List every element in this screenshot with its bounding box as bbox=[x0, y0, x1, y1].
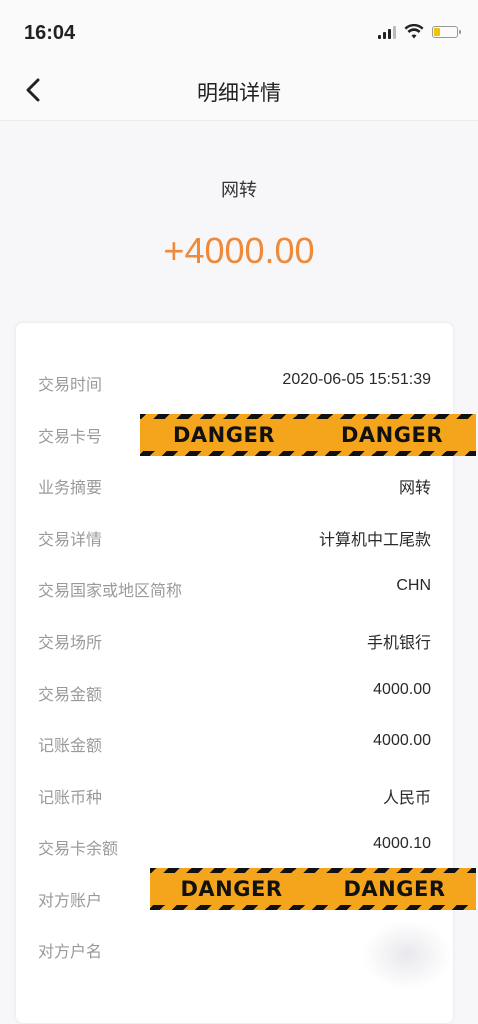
redaction-tape: DANGER DANGER bbox=[140, 414, 476, 456]
danger-text: DANGER bbox=[340, 423, 443, 447]
detail-label: 记账币种 bbox=[38, 788, 103, 807]
nav-bar: 明细详情 bbox=[0, 60, 478, 121]
status-icons bbox=[378, 22, 461, 42]
detail-value: 人民币 bbox=[382, 790, 431, 807]
detail-row-venue: 交易场所 手机银行 bbox=[16, 624, 453, 654]
detail-value: 计算机中工尾款 bbox=[318, 532, 431, 549]
detail-row-description: 交易详情 计算机中工尾款 bbox=[16, 521, 453, 551]
detail-label: 记账金额 bbox=[38, 736, 103, 755]
battery-icon bbox=[432, 26, 461, 38]
wifi-icon bbox=[404, 24, 424, 39]
transaction-amount: +4000.00 bbox=[163, 230, 315, 271]
detail-label: 交易详情 bbox=[38, 530, 103, 549]
status-time: 16:04 bbox=[24, 22, 76, 44]
detail-label: 交易金额 bbox=[38, 685, 103, 704]
transaction-type: 网转 bbox=[221, 180, 257, 201]
detail-value: 4000.00 bbox=[373, 732, 431, 749]
page-title: 明细详情 bbox=[197, 81, 281, 105]
detail-row-country: 交易国家或地区简称 CHN bbox=[16, 572, 453, 602]
detail-row-currency: 记账币种 人民币 bbox=[16, 779, 453, 809]
status-bar: 16:04 bbox=[0, 0, 478, 60]
detail-value: 4000.00 bbox=[373, 681, 431, 698]
detail-label: 交易场所 bbox=[38, 633, 103, 652]
danger-text: DANGER bbox=[180, 877, 283, 901]
detail-value: 手机银行 bbox=[366, 635, 431, 652]
detail-label: 对方户名 bbox=[38, 942, 103, 961]
detail-row-summary: 业务摘要 网转 bbox=[16, 469, 453, 499]
signal-icon bbox=[378, 25, 396, 39]
detail-row-time: 交易时间 2020-06-05 15:51:39 bbox=[16, 366, 453, 396]
detail-value: 2020-06-05 15:51:39 bbox=[282, 371, 431, 388]
detail-label: 交易国家或地区简称 bbox=[38, 581, 183, 600]
detail-row-amount: 交易金额 4000.00 bbox=[16, 676, 453, 706]
detail-value: 4000.10 bbox=[373, 835, 431, 852]
detail-row-posted-amount: 记账金额 4000.00 bbox=[16, 727, 453, 757]
detail-label: 交易卡余额 bbox=[38, 839, 119, 858]
detail-label: 交易卡号 bbox=[38, 427, 103, 446]
redaction-tape: DANGER DANGER bbox=[150, 868, 476, 910]
danger-text: DANGER bbox=[172, 423, 275, 447]
detail-value: CHN bbox=[396, 577, 431, 594]
detail-row-balance: 交易卡余额 4000.10 bbox=[16, 830, 453, 860]
detail-label: 业务摘要 bbox=[38, 478, 103, 497]
danger-text: DANGER bbox=[343, 877, 446, 901]
detail-label: 对方账户 bbox=[38, 891, 103, 910]
detail-value: 网转 bbox=[398, 480, 431, 497]
blur-smudge bbox=[362, 920, 452, 990]
detail-label: 交易时间 bbox=[38, 375, 103, 394]
